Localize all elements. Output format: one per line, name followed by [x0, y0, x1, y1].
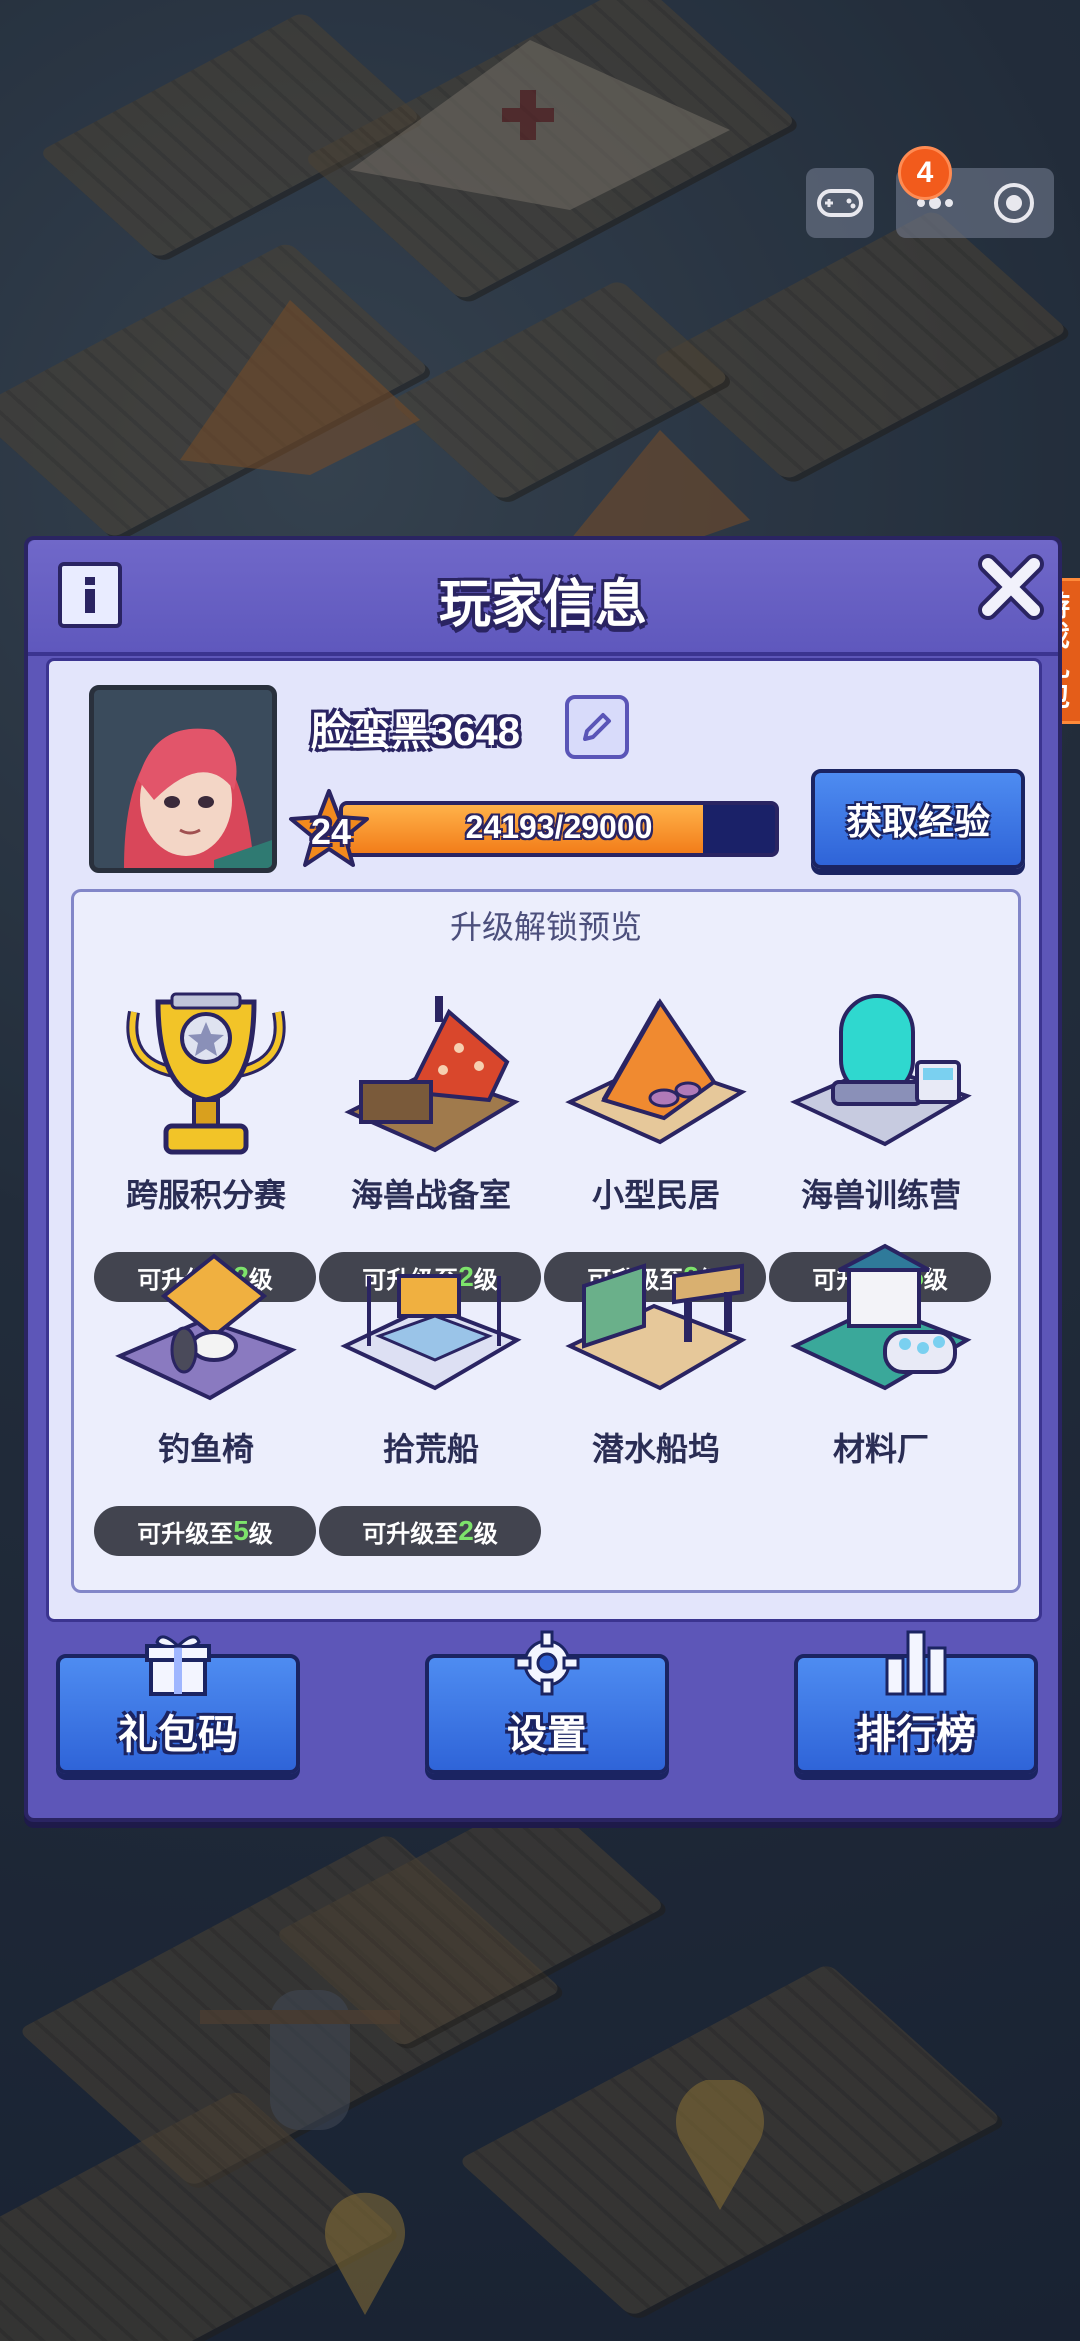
item-name: 材料厂	[832, 1431, 929, 1467]
gear-icon	[514, 1630, 580, 1696]
record-icon	[993, 183, 1034, 223]
settings-label: 设置	[507, 1713, 587, 1757]
item-name: 拾荒船	[382, 1431, 479, 1467]
material-factory-icon	[790, 1243, 972, 1391]
gamepad-icon	[817, 189, 863, 217]
gift-code-button[interactable]: 礼包码	[56, 1635, 300, 1774]
tent-house-icon	[565, 998, 747, 1145]
player-name: 脸蛮黑3648	[311, 710, 520, 754]
dive-dock-icon	[565, 1263, 747, 1391]
item-name: 海兽训练营	[800, 1177, 961, 1213]
preview-title: 升级解锁预览	[449, 909, 642, 945]
upgrade-tag: 可升级至5级	[94, 1506, 316, 1556]
scavenger-boat-icon	[340, 1274, 522, 1391]
avatar[interactable]	[89, 685, 277, 873]
war-room-icon	[344, 996, 520, 1153]
player-info-panel: 玩家信息 脸蛮黑3648 24193/29000 24 获取经验 升级解锁预览 …	[24, 536, 1062, 1822]
leaderboard-label: 排行榜	[856, 1713, 976, 1757]
tag-prefix: 可升级至	[362, 1520, 459, 1548]
item-name: 海兽战备室	[350, 1177, 511, 1213]
xp-progress-bar: 24193/29000	[339, 801, 779, 857]
panel-header: 玩家信息	[28, 540, 1058, 656]
item-name: 小型民居	[591, 1177, 720, 1213]
settings-button[interactable]: 设置	[425, 1630, 669, 1774]
avatar-portrait-icon	[94, 690, 272, 868]
gamepad-button[interactable]	[806, 168, 874, 238]
player-level: 24	[311, 811, 352, 852]
xp-text: 24193/29000	[465, 809, 653, 845]
tag-level: 2	[458, 1515, 474, 1546]
edit-name-button[interactable]	[565, 695, 629, 759]
notification-badge: 4	[898, 146, 952, 200]
unlock-preview: 升级解锁预览 跨服积分赛 可升级至2级	[71, 889, 1021, 1593]
gift-icon	[145, 1635, 211, 1696]
leaderboard-button[interactable]: 排行榜	[794, 1630, 1038, 1774]
item-name: 钓鱼椅	[157, 1431, 254, 1467]
trophy-icon	[126, 992, 286, 1155]
panel-body: 脸蛮黑3648 24193/29000 24 获取经验 升级解锁预览 跨服积分赛…	[46, 658, 1042, 1622]
item-name: 潜水船坞	[591, 1431, 720, 1467]
close-icon[interactable]	[976, 552, 1046, 622]
item-name: 跨服积分赛	[125, 1177, 286, 1213]
bar-chart-icon	[885, 1630, 947, 1696]
tag-level: 5	[233, 1515, 249, 1546]
fishing-chair-icon	[115, 1253, 297, 1401]
get-xp-button[interactable]: 获取经验	[811, 769, 1025, 869]
pencil-icon	[583, 713, 611, 741]
gift-code-label: 礼包码	[118, 1713, 238, 1757]
training-camp-icon	[790, 994, 972, 1147]
panel-title: 玩家信息	[438, 576, 647, 634]
tag-suffix: 级	[248, 1520, 273, 1548]
upgrade-tag: 可升级至2级	[319, 1506, 541, 1556]
tag-suffix: 级	[473, 1520, 498, 1548]
tag-prefix: 可升级至	[137, 1520, 234, 1548]
